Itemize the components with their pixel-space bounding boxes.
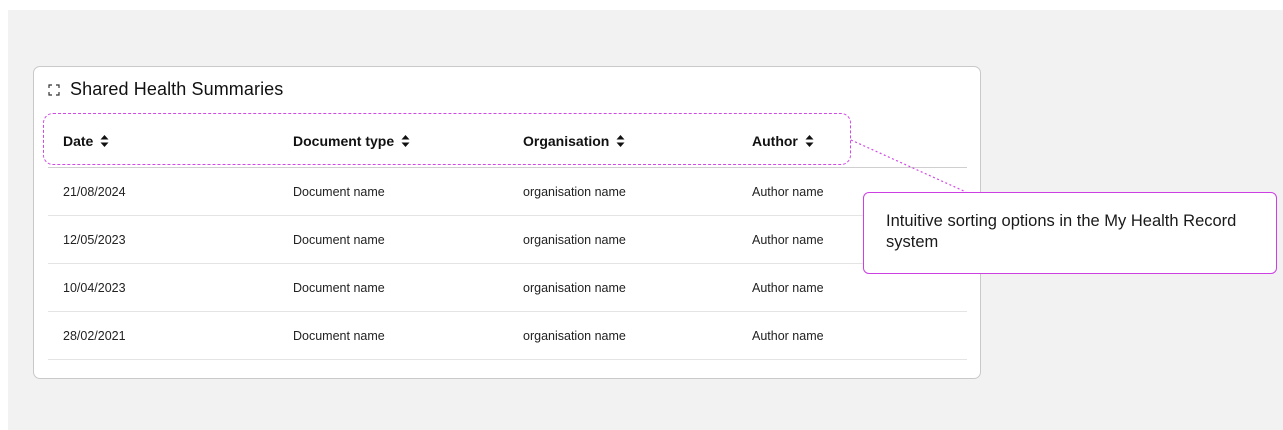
sort-header-date[interactable]: Date [63,133,109,149]
cell-date: 10/04/2023 [63,281,126,295]
cell-author: Author name [752,281,824,295]
header-label-document-type: Document type [293,133,395,149]
sort-icon [805,135,814,147]
cell-author: Author name [752,185,824,199]
cell-document-type[interactable]: Document name [293,329,385,343]
cell-document-type[interactable]: Document name [293,281,385,295]
summaries-table: Date Document type Organisation Author 2… [48,117,967,360]
card-header: Shared Health Summaries [48,79,283,100]
cell-author: Author name [752,233,824,247]
cell-organisation: organisation name [523,281,626,295]
cell-organisation: organisation name [523,185,626,199]
table-row[interactable]: 21/08/2024 Document name organisation na… [48,168,967,216]
sort-header-author[interactable]: Author [752,133,814,149]
header-label-date: Date [63,133,94,149]
cell-document-type[interactable]: Document name [293,233,385,247]
cell-organisation: organisation name [523,233,626,247]
cell-document-type[interactable]: Document name [293,185,385,199]
card-title: Shared Health Summaries [70,79,284,99]
sort-icon [401,135,410,147]
header-label-organisation: Organisation [523,133,610,149]
cell-date: 21/08/2024 [63,185,126,199]
table-row[interactable]: 12/05/2023 Document name organisation na… [48,216,967,264]
sort-header-document-type[interactable]: Document type [293,133,410,149]
expand-icon[interactable] [48,83,60,96]
annotation-callout: Intuitive sorting options in the My Heal… [863,192,1277,274]
table-row[interactable]: 28/02/2021 Document name organisation na… [48,312,967,360]
cell-date: 28/02/2021 [63,329,126,343]
table-header-row: Date Document type Organisation Author [48,117,967,168]
header-label-author: Author [752,133,798,149]
cell-organisation: organisation name [523,329,626,343]
table-row[interactable]: 10/04/2023 Document name organisation na… [48,264,967,312]
shared-health-summaries-card: Shared Health Summaries Date Document ty… [33,66,981,379]
sort-header-organisation[interactable]: Organisation [523,133,625,149]
sort-icon [100,135,109,147]
annotation-text: Intuitive sorting options in the My Heal… [886,212,1237,251]
cell-date: 12/05/2023 [63,233,126,247]
sort-icon [616,135,625,147]
cell-author: Author name [752,329,824,343]
